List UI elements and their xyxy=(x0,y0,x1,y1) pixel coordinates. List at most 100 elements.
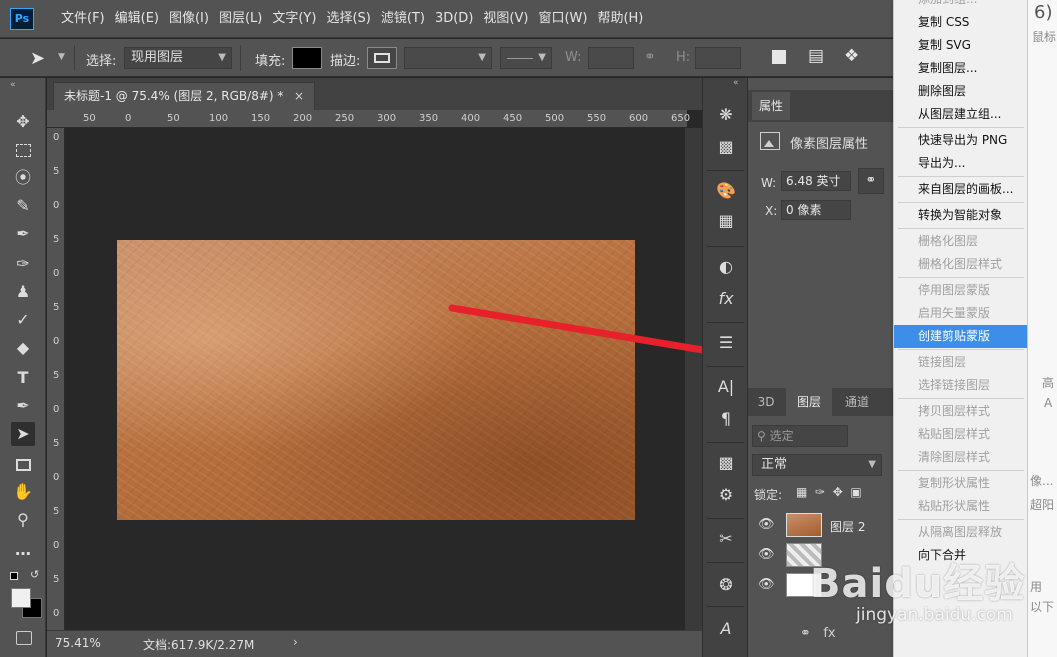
foreground-color-swatch[interactable] xyxy=(11,588,31,608)
layer-filter-dropdown[interactable]: ⚲ 选定 xyxy=(752,425,848,447)
menu-item[interactable]: 文件(F) xyxy=(56,0,110,38)
collapse-icon[interactable]: « xyxy=(733,78,739,88)
context-menu-item[interactable]: 复制 SVG xyxy=(894,34,1027,57)
lock-pixels-icon[interactable]: ✑ xyxy=(815,485,825,499)
path-arrangement-icon[interactable]: ❖ xyxy=(844,46,859,66)
type-icon[interactable]: T xyxy=(11,366,35,390)
lock-icons[interactable]: ▦ ✑ ✥ ▣ xyxy=(796,485,862,499)
quick-mask-icon[interactable] xyxy=(16,631,32,645)
stroke-type-dropdown[interactable]: ▼ xyxy=(500,47,552,69)
clone-source-icon[interactable]: ▩ xyxy=(712,450,740,476)
menu-item[interactable]: 图层(L) xyxy=(214,0,267,38)
context-menu-item[interactable]: 复制 CSS xyxy=(894,11,1027,34)
rectangle-icon[interactable] xyxy=(11,452,35,476)
stamp-icon[interactable]: ♟ xyxy=(11,280,35,304)
navigator-icon[interactable]: ❋ xyxy=(712,102,740,128)
adjustments-icon[interactable]: ◐ xyxy=(712,254,740,280)
fill-swatch[interactable] xyxy=(292,47,322,69)
tab-properties[interactable]: 属性 xyxy=(752,92,790,120)
zoom-level[interactable]: 75.41% xyxy=(55,636,101,650)
tab-3d[interactable]: 3D xyxy=(748,388,784,416)
layer-name[interactable]: 图层 2 xyxy=(830,518,865,535)
lock-transparent-icon[interactable]: ▦ xyxy=(796,485,807,499)
menu-item[interactable]: 3D(D) xyxy=(430,0,478,38)
close-icon[interactable]: × xyxy=(294,83,304,109)
lasso-icon[interactable]: ⦿ xyxy=(11,166,35,190)
more-tools-icon[interactable]: … xyxy=(11,538,35,562)
document-tab[interactable]: 未标题-1 @ 75.4% (图层 2, RGB/8#) * × xyxy=(53,82,315,110)
context-menu-item[interactable]: 删除图层 xyxy=(894,80,1027,103)
eye-icon[interactable]: 👁 xyxy=(758,547,775,562)
eraser-icon[interactable]: ◆ xyxy=(11,336,35,360)
path-operations-icon[interactable] xyxy=(772,50,786,64)
menu-item[interactable]: 图像(I) xyxy=(164,0,214,38)
styles-icon[interactable]: fx xyxy=(712,286,740,312)
x-input[interactable]: 0 像素 xyxy=(781,200,851,220)
context-menu-item[interactable]: 复制图层... xyxy=(894,57,1027,80)
tab-channels[interactable]: 通道 xyxy=(834,388,880,416)
stroke-width-field[interactable]: ▼ xyxy=(404,47,492,69)
menu-item[interactable]: 文字(Y) xyxy=(267,0,321,38)
context-menu-item[interactable]: 创建剪贴蒙版 xyxy=(894,325,1027,348)
menu-item[interactable]: 滤镜(T) xyxy=(376,0,430,38)
context-menu-item[interactable]: 转换为智能对象 xyxy=(894,204,1027,227)
glyphs-icon[interactable]: A xyxy=(712,616,740,642)
character-icon[interactable]: A| xyxy=(712,374,740,400)
path-select-icon[interactable]: ➤ xyxy=(11,422,35,446)
eye-icon[interactable]: 👁 xyxy=(758,517,775,532)
eye-icon[interactable]: 👁 xyxy=(758,577,775,592)
move-tool-icon[interactable]: ➤ xyxy=(30,48,45,69)
swatches-icon[interactable]: ▦ xyxy=(712,208,740,234)
history-brush-icon[interactable]: ✓ xyxy=(11,308,35,332)
width-field[interactable] xyxy=(588,47,634,69)
brush-icon[interactable]: ✑ xyxy=(11,252,35,276)
link-icon[interactable]: ⚭ xyxy=(858,168,884,194)
layer-row[interactable]: 👁 xyxy=(748,570,894,600)
menu-item[interactable]: 窗口(W) xyxy=(533,0,592,38)
paragraph-icon[interactable]: ¶ xyxy=(712,406,740,432)
eyedropper-icon[interactable]: ✒ xyxy=(11,222,35,246)
color-icon[interactable]: 🎨 xyxy=(712,178,740,204)
brush-settings-icon[interactable]: ⚙ xyxy=(712,482,740,508)
layer-row[interactable]: 👁 图层 2 xyxy=(748,510,894,540)
actions-icon[interactable]: ❂ xyxy=(712,572,740,598)
tool-presets-icon[interactable]: ✂ xyxy=(712,526,740,552)
hand-icon[interactable]: ✋ xyxy=(11,480,35,504)
ruler-tick-label: 5 xyxy=(53,234,60,245)
context-menu-item[interactable]: 从图层建立组... xyxy=(894,103,1027,126)
fx-icon[interactable]: fx xyxy=(823,626,835,641)
pen-icon[interactable]: ✒ xyxy=(11,394,35,418)
layer-footer-icons[interactable]: ⚭ fx xyxy=(800,626,836,641)
select-layer-dropdown[interactable]: 现用图层 ▼ xyxy=(124,47,232,69)
layer-row[interactable]: 👁 xyxy=(748,540,894,570)
menu-item[interactable]: 帮助(H) xyxy=(592,0,648,38)
tool-preset-chevron-icon[interactable]: ▼ xyxy=(58,52,65,62)
move-icon[interactable]: ✥ xyxy=(11,110,35,134)
context-menu-item[interactable]: 导出为... xyxy=(894,152,1027,175)
status-menu-icon[interactable]: › xyxy=(293,635,298,649)
swap-colors-icon[interactable]: ↺ xyxy=(30,568,39,581)
path-alignment-icon[interactable]: ▤ xyxy=(808,46,824,66)
link-icon[interactable]: ⚭ xyxy=(644,49,656,65)
collapse-icon[interactable]: « xyxy=(10,80,16,90)
menu-item[interactable]: 视图(V) xyxy=(478,0,533,38)
default-colors-icon[interactable] xyxy=(10,572,18,580)
lock-position-icon[interactable]: ✥ xyxy=(833,485,843,499)
context-menu-item[interactable]: 向下合并 xyxy=(894,544,1027,567)
context-menu-item[interactable]: 来自图层的画板... xyxy=(894,178,1027,201)
histogram-icon[interactable]: ▩ xyxy=(712,134,740,160)
stroke-swatch[interactable] xyxy=(367,47,397,69)
quick-select-icon[interactable]: ✎ xyxy=(11,194,35,218)
width-input[interactable]: 6.48 英寸 xyxy=(781,171,851,191)
marquee-icon[interactable] xyxy=(11,138,35,162)
lock-artboard-icon[interactable]: ▣ xyxy=(850,485,861,499)
blend-mode-dropdown[interactable]: 正常 ▼ xyxy=(752,454,882,476)
context-menu-item[interactable]: 快速导出为 PNG xyxy=(894,129,1027,152)
link-layers-icon[interactable]: ⚭ xyxy=(800,626,811,641)
height-field[interactable] xyxy=(695,47,741,69)
menu-item[interactable]: 选择(S) xyxy=(321,0,375,38)
menu-item[interactable]: 编辑(E) xyxy=(110,0,164,38)
libraries-icon[interactable]: ☰ xyxy=(712,330,740,356)
tab-layers[interactable]: 图层 xyxy=(786,388,832,416)
zoom-icon[interactable]: ⚲ xyxy=(11,508,35,532)
